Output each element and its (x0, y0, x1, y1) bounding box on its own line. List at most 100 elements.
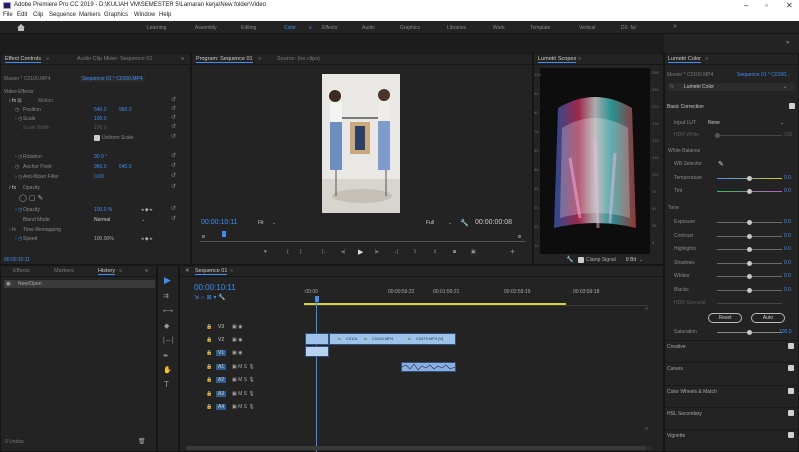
workspace-graphics[interactable]: Graphics (400, 25, 420, 31)
mark-out-icon[interactable]: } (300, 249, 302, 255)
temperature-slider[interactable] (717, 176, 782, 181)
tone-knob-shadows[interactable] (747, 260, 752, 266)
lumetri-more[interactable]: » (786, 40, 789, 46)
tone-value-blacks[interactable]: 0.0 (784, 287, 791, 293)
basic-correction-checkbox[interactable] (789, 103, 795, 109)
close-button[interactable]: ✕ (786, 1, 793, 10)
tab-audio-clip-mixer[interactable]: Audio Clip Mixer: Sequence 01 (77, 56, 153, 62)
track-lock-icon[interactable]: 🔒 (206, 337, 212, 343)
blend-mode-select[interactable]: Normal (94, 217, 110, 223)
rotation-reset-icon[interactable]: ↺ (171, 152, 176, 159)
position-stopwatch-icon[interactable]: ◷ (15, 107, 19, 113)
scale-width-reset-icon[interactable]: ↺ (171, 123, 176, 130)
track-header-a1[interactable]: 🔒 A1 ▣ M S 🎙 (204, 363, 304, 373)
clip-v1-lower[interactable] (305, 346, 329, 357)
play-icon[interactable]: ▶ (358, 248, 363, 256)
track-header-v1[interactable]: 🔒 V1 ▣ ◉ (204, 349, 304, 359)
history-item[interactable]: ▣ New/Open (4, 280, 155, 288)
track-sync-eye-icons[interactable]: ▣ ◉ (232, 350, 242, 356)
workspace-more[interactable]: » (673, 23, 677, 30)
timeline-hscroll[interactable] (186, 446, 653, 450)
scale-reset-icon[interactable]: ↺ (171, 114, 176, 121)
eyedropper-icon[interactable]: ✎ (718, 160, 724, 168)
flicker-stopwatch-icon[interactable]: › ◷ (15, 174, 22, 180)
tone-slider-blacks[interactable] (717, 287, 782, 293)
track-label[interactable]: V1 (216, 350, 227, 356)
track-scroll-icon[interactable]: ○ (645, 426, 648, 432)
basic-correction-header[interactable]: Basic Correction (667, 104, 704, 110)
tint-slider[interactable] (717, 189, 782, 194)
flicker-reset-icon[interactable]: ↺ (171, 172, 176, 179)
temperature-knob[interactable] (747, 176, 752, 181)
tab-source[interactable]: Source: (no clips) (277, 56, 320, 62)
menu-markers[interactable]: Markers (79, 12, 101, 18)
motion-reset-icon[interactable]: ↺ (171, 96, 176, 103)
track-lock-icon[interactable]: 🔒 (206, 391, 212, 397)
ripple-edit-tool-icon[interactable]: ⟷ (163, 307, 173, 315)
menu-help[interactable]: Help (159, 12, 171, 18)
hsl-secondary-section[interactable]: HSL Secondary (665, 407, 798, 418)
track-label[interactable]: V2 (216, 337, 226, 343)
track-label[interactable]: V3 (216, 324, 226, 330)
ruler-end-handle[interactable] (518, 235, 521, 238)
tab-effect-controls[interactable]: Effect Controls (5, 56, 41, 63)
slip-tool-icon[interactable]: |↔| (163, 337, 174, 344)
scale-stopwatch-icon[interactable]: › ◷ (15, 116, 22, 122)
tone-label[interactable]: Tone (668, 205, 679, 211)
selection-tool-icon[interactable]: ▶ (164, 275, 171, 286)
type-tool-icon[interactable]: T (164, 380, 169, 389)
track-header-v3[interactable]: 🔒 V3 ▣ ◉ (204, 323, 304, 333)
opacity-value[interactable]: 100.0 % (94, 207, 112, 213)
tab-lumetri-color[interactable]: Lumetri Color (668, 56, 702, 63)
tone-value-highlights[interactable]: 0.0 (784, 246, 791, 252)
mask-shape-icons[interactable]: ◯ ▢ ✎ (19, 194, 43, 202)
tab-markers[interactable]: Markers (54, 268, 74, 274)
full-select[interactable]: Full (426, 220, 434, 226)
clamp-signal-checkbox[interactable] (578, 257, 584, 263)
workspace-template[interactable]: Template (530, 25, 550, 31)
razor-tool-icon[interactable]: ◆ (164, 322, 169, 330)
add-marker-icon[interactable]: ♥ (264, 249, 267, 255)
creative-checkbox[interactable] (788, 343, 794, 349)
tone-knob-contrast[interactable] (747, 233, 752, 239)
menu-file[interactable]: File (3, 12, 13, 18)
input-lut-select[interactable]: None (708, 120, 720, 126)
tone-knob-whites[interactable] (747, 274, 752, 279)
anchor-stopwatch-icon[interactable]: ◷ (15, 164, 19, 170)
keyframe-nav-icon[interactable]: ◂ ◆ ▸ (141, 207, 153, 213)
bit-depth-select[interactable]: 8 Bit (626, 257, 636, 263)
white-balance-label[interactable]: White Balance (668, 148, 700, 154)
flicker-value[interactable]: 0.00 (94, 174, 104, 180)
track-mute-solo-icons[interactable]: ▣ M S 🎙 (232, 364, 255, 370)
go-to-in-icon[interactable]: |← (322, 249, 328, 255)
lift-icon[interactable]: ⇪ (413, 249, 417, 255)
scope-wrench-icon[interactable]: 🔧 (566, 256, 573, 263)
tone-value-shadows[interactable]: 0.0 (784, 260, 791, 266)
workspace-vertical[interactable]: Vertical (579, 25, 595, 31)
maximize-button[interactable]: ▫ (765, 1, 768, 10)
button-editor-icon[interactable]: + (510, 247, 515, 256)
track-label[interactable]: A1 (216, 364, 227, 370)
tone-slider-exposure[interactable] (717, 220, 782, 225)
track-mute-solo-icons[interactable]: ▣ M S 🎙 (232, 391, 255, 397)
program-playhead[interactable] (222, 231, 226, 237)
curves-section[interactable]: Curves (665, 362, 798, 373)
history-more[interactable]: » (145, 268, 148, 274)
workspace-effects[interactable]: Effects (322, 25, 337, 31)
full-dropdown-icon[interactable]: ⌄ (448, 220, 452, 226)
lumetri-sequence[interactable]: Sequence 01 * C0100... (737, 72, 790, 78)
speed-stopwatch-icon[interactable]: › ◷ (15, 236, 22, 242)
menu-window[interactable]: Window (134, 12, 155, 18)
workspace-audio[interactable]: Audio (362, 25, 375, 31)
step-back-icon[interactable]: ◂| (341, 249, 345, 255)
position-x[interactable]: 540.0 (94, 107, 107, 113)
track-lock-icon[interactable]: 🔒 (206, 377, 212, 383)
track-select-tool-icon[interactable]: ⇉ (163, 292, 169, 300)
timeline-scroll-end[interactable]: ○ (645, 306, 648, 312)
saturation-slider[interactable] (717, 330, 782, 335)
rotation-value[interactable]: 90.0 ° (94, 154, 107, 160)
tint-value[interactable]: 0.0 (784, 188, 791, 194)
saturation-knob[interactable] (747, 330, 752, 335)
tone-slider-shadows[interactable] (717, 260, 782, 266)
hsl-secondary-checkbox[interactable] (788, 410, 794, 416)
